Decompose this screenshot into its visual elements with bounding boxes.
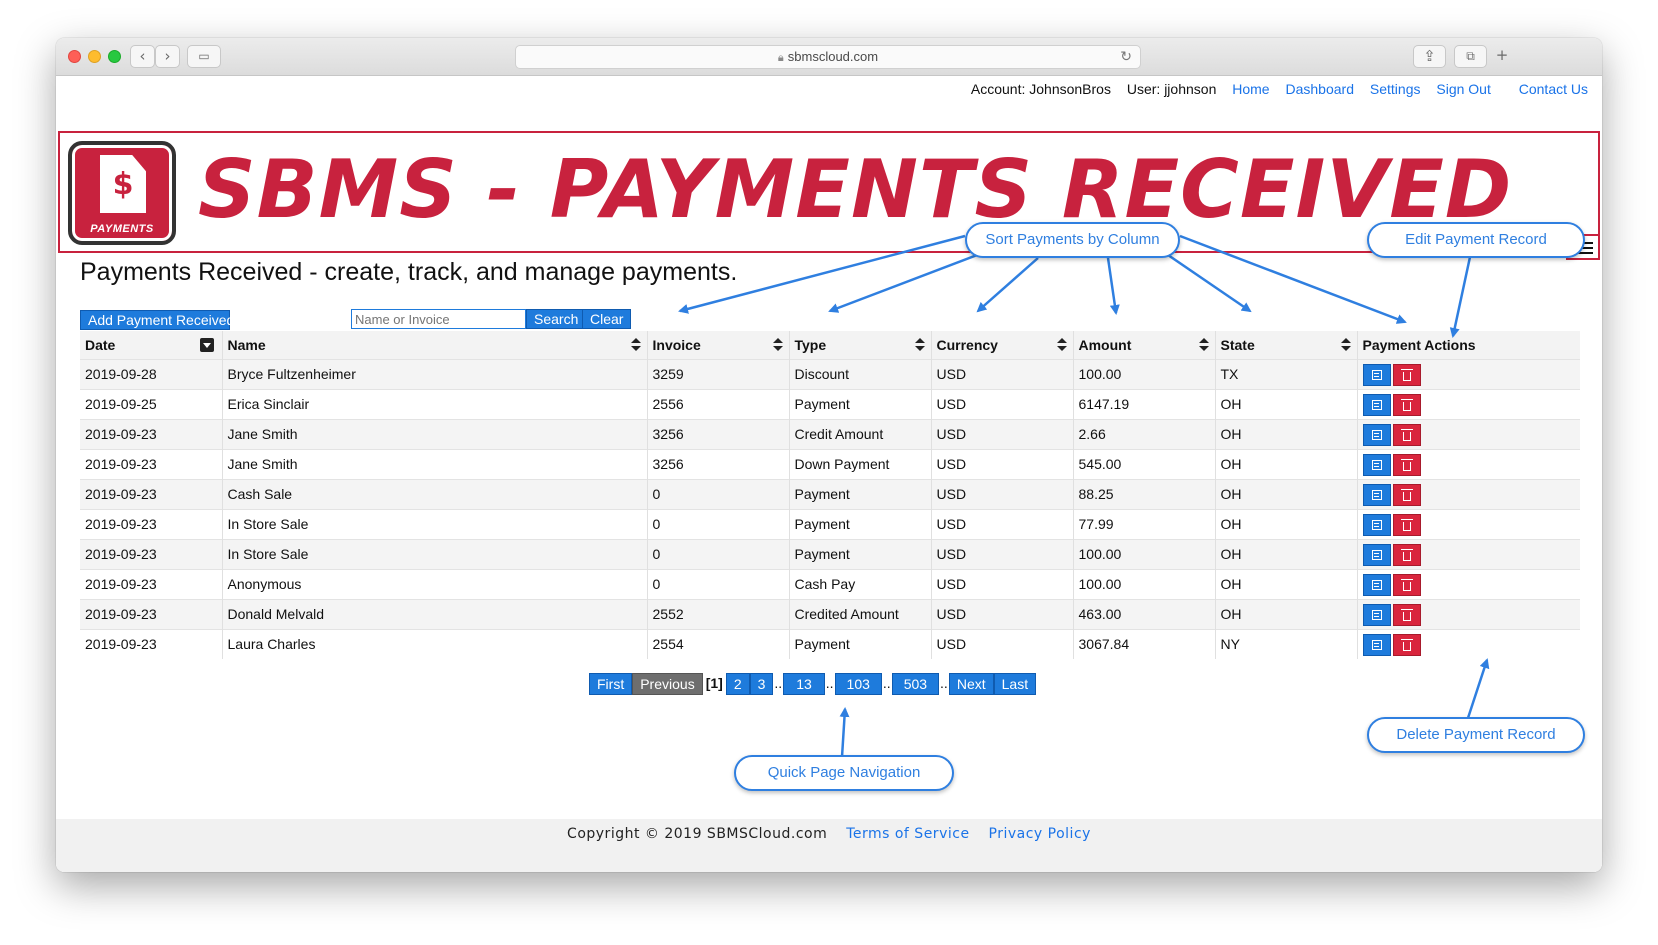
- sort-arrow: [678, 234, 966, 314]
- delete-arrow: [1466, 658, 1490, 719]
- callout-page-navigation: Quick Page Navigation: [734, 755, 954, 791]
- edit-arrow: [1449, 256, 1472, 338]
- sort-arrow: [976, 257, 1039, 313]
- annotation-arrows: [678, 234, 1490, 758]
- callout-edit-record: Edit Payment Record: [1367, 222, 1585, 258]
- sort-arrow: [1106, 257, 1120, 315]
- sort-arrow: [828, 250, 986, 313]
- sort-arrow: [1167, 253, 1252, 313]
- callout-delete-record: Delete Payment Record: [1367, 717, 1585, 753]
- nav-arrow: [839, 707, 850, 758]
- callout-sort-columns: Sort Payments by Column: [965, 222, 1180, 258]
